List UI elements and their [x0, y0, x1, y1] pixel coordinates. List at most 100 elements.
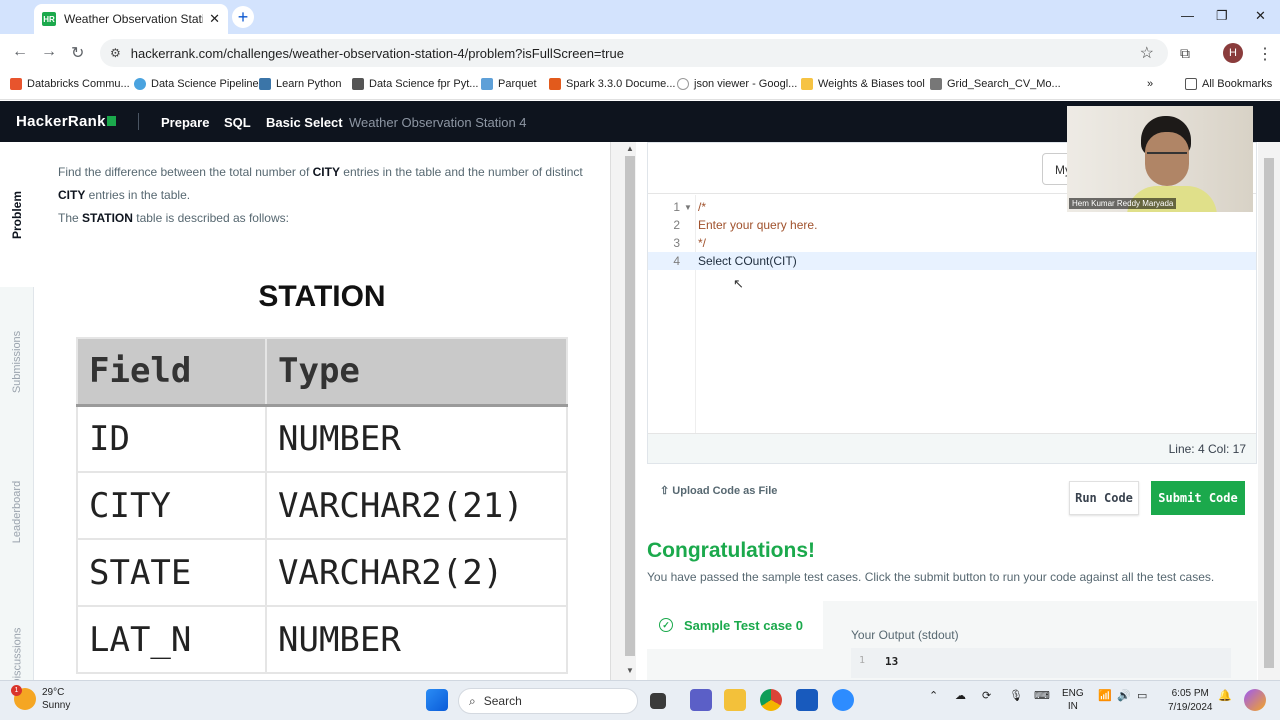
output-box: 1 13 — [851, 648, 1231, 678]
table-cell: NUMBER — [265, 404, 568, 473]
word-icon[interactable] — [796, 689, 818, 711]
breadcrumb-prepare[interactable]: Prepare — [161, 115, 209, 130]
all-bookmarks[interactable]: All Bookmarks — [1185, 78, 1272, 90]
temperature: 29°C — [42, 687, 65, 698]
hackerrank-logo[interactable]: HackerRank — [16, 113, 116, 130]
table-header-row: Field Type — [76, 337, 568, 407]
tray-chevron-icon[interactable]: ⌃ — [929, 689, 938, 702]
upload-icon: ⇧ — [660, 485, 673, 497]
zoom-icon[interactable] — [832, 689, 854, 711]
reload-icon[interactable]: ↻ — [71, 43, 84, 63]
scrollbar-thumb[interactable] — [1264, 158, 1274, 668]
table-cell: NUMBER — [265, 605, 568, 674]
bell-icon[interactable]: 🔔 — [1218, 689, 1232, 702]
wifi-icon[interactable]: 📶 — [1098, 689, 1112, 702]
table-row: CITY VARCHAR2(21) — [76, 471, 568, 540]
bookmark-item[interactable]: json viewer - Googl... — [677, 78, 797, 90]
keyboard-icon[interactable]: ⌨ — [1034, 689, 1050, 702]
scroll-up-icon[interactable]: ▲ — [626, 144, 634, 153]
task-view-icon[interactable] — [650, 693, 666, 709]
new-tab-button[interactable]: + — [232, 6, 254, 28]
code-line-active[interactable]: 4 Select COunt(CIT) — [648, 252, 1256, 270]
column-header: Type — [265, 337, 568, 407]
logo-square-icon — [106, 116, 116, 126]
volume-icon[interactable]: 🔊 — [1117, 689, 1131, 702]
chrome-icon[interactable] — [760, 689, 782, 711]
search-icon: ⌕ — [469, 693, 476, 708]
submit-code-button[interactable]: Submit Code — [1151, 481, 1245, 515]
editor-status-bar: Line: 4 Col: 17 — [648, 433, 1256, 463]
forward-icon[interactable]: → — [41, 43, 57, 61]
run-code-button[interactable]: Run Code — [1069, 481, 1139, 515]
table-cell: CITY — [76, 471, 267, 540]
upload-code-link[interactable]: ⇧ Upload Code as File — [660, 484, 777, 497]
test-case-tab[interactable]: ✓ Sample Test case 0 — [647, 601, 823, 649]
back-icon[interactable]: ← — [12, 43, 28, 61]
minimize-icon[interactable]: — — [1181, 8, 1194, 23]
page-scrollbar[interactable] — [1258, 142, 1280, 680]
bookmark-item[interactable]: Weights & Biases tool — [801, 78, 925, 90]
problem-scrollbar[interactable]: ▲ ▼ — [610, 142, 636, 680]
copilot-icon[interactable] — [1244, 689, 1266, 711]
profile-avatar[interactable]: H — [1223, 43, 1243, 63]
header-divider — [138, 113, 139, 130]
table-cell: VARCHAR2(21) — [265, 471, 568, 540]
sync-icon[interactable]: ⟳ — [982, 689, 991, 702]
file-explorer-icon[interactable] — [724, 689, 746, 711]
teams-icon[interactable] — [690, 689, 712, 711]
table-row: ID NUMBER — [76, 404, 568, 473]
result-title: Congratulations! — [647, 539, 815, 562]
taskbar-search[interactable]: ⌕ Search — [458, 688, 638, 714]
station-table: Field Type ID NUMBER CITY VARCHAR2(21) STA… — [76, 337, 568, 674]
close-window-icon[interactable]: ✕ — [1255, 8, 1266, 24]
weather-widget[interactable]: 1 29°C Sunny — [11, 685, 70, 712]
scroll-down-icon[interactable]: ▼ — [626, 666, 634, 675]
bookmark-item[interactable]: Learn Python — [259, 78, 341, 90]
bookmark-star-icon[interactable]: ☆ — [1140, 43, 1154, 63]
test-results-panel: ✓ Sample Test case 0 Your Output (stdout… — [647, 601, 1257, 680]
close-tab-icon[interactable]: ✕ — [209, 11, 220, 27]
battery-icon[interactable]: ▭ — [1137, 689, 1147, 702]
left-nav-rail: Problem Submissions Leaderboard Discussi… — [0, 142, 34, 686]
bookmark-item[interactable]: Spark 3.3.0 Docume... — [549, 78, 675, 90]
language-indicator[interactable]: ENG IN — [1062, 687, 1084, 713]
chart-icon — [930, 78, 942, 90]
code-line[interactable]: 2 Enter your query here. — [648, 216, 1256, 234]
webcam-name-label: Hem Kumar Reddy Maryada — [1069, 198, 1177, 209]
tab-leaderboard[interactable]: Leaderboard — [0, 437, 34, 587]
table-title: STATION — [258, 280, 386, 313]
address-bar-row: ← → ↻ ⚙ hackerrank.com/challenges/weathe… — [0, 34, 1280, 72]
tab-submissions[interactable]: Submissions — [0, 287, 34, 437]
system-clock[interactable]: 6:05 PM 7/19/2024 — [1168, 687, 1213, 715]
tab-problem[interactable]: Problem — [0, 142, 34, 287]
maximize-icon[interactable]: ❐ — [1216, 8, 1228, 24]
bookmark-item[interactable]: Grid_Search_CV_Mo... — [930, 78, 1061, 90]
bookmark-item[interactable]: Parquet — [481, 78, 537, 90]
problem-statement: Find the difference between the total nu… — [58, 161, 588, 230]
windows-start-icon[interactable] — [426, 689, 448, 711]
menu-icon[interactable]: ⋮ — [1257, 44, 1273, 64]
table-row: LAT_N NUMBER — [76, 605, 568, 674]
site-info-icon[interactable]: ⚙ — [110, 46, 121, 60]
url-input[interactable]: ⚙ hackerrank.com/challenges/weather-obse… — [100, 39, 1168, 67]
bookmark-item[interactable]: Data Science Pipeline — [134, 78, 259, 90]
scrollbar-thumb[interactable] — [625, 156, 635, 656]
code-line[interactable]: 3 */ — [648, 234, 1256, 252]
column-header: Field — [76, 337, 267, 407]
browser-tab-active[interactable]: HR Weather Observation Station 4 ✕ — [34, 4, 228, 34]
gear-icon — [134, 78, 146, 90]
breadcrumb-sql[interactable]: SQL — [224, 115, 251, 130]
table-cell: STATE — [76, 538, 267, 607]
wandb-icon — [801, 78, 813, 90]
bookmark-item[interactable]: Data Science fpr Pyt... — [352, 78, 478, 90]
problem-paragraph: The STATION table is described as follow… — [58, 211, 289, 225]
cloud-icon[interactable]: ☁ — [955, 689, 966, 702]
bookmark-item[interactable]: Databricks Commu... — [10, 78, 130, 90]
folder-icon — [1185, 78, 1197, 90]
breadcrumb-basic-select[interactable]: Basic Select — [266, 115, 343, 130]
more-bookmarks-icon[interactable]: » — [1147, 78, 1153, 90]
microphone-icon[interactable]: 🎙 — [1009, 689, 1023, 702]
bookmarks-bar: Databricks Commu... Data Science Pipelin… — [0, 72, 1280, 100]
fold-icon[interactable]: ▼ — [684, 203, 696, 212]
extensions-icon[interactable]: ⧉ — [1180, 45, 1190, 62]
